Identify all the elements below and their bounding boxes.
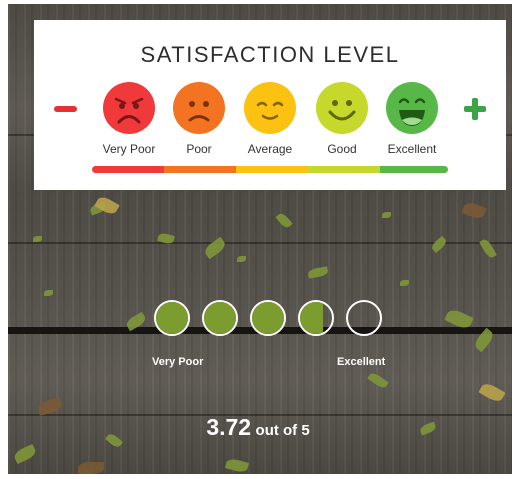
level-bar-good	[308, 166, 380, 173]
rating-min-label: Very Poor	[152, 356, 204, 368]
leaf-decoration	[429, 235, 449, 254]
very-poor-face-icon	[103, 82, 155, 134]
rating-dot-1[interactable]	[154, 300, 190, 336]
leaf-decoration	[33, 236, 42, 242]
leaf-decoration	[461, 200, 487, 221]
rating-dot-2[interactable]	[202, 300, 238, 336]
rating-dot-4[interactable]	[298, 300, 334, 336]
leaf-decoration	[12, 443, 38, 465]
card-title: SATISFACTION LEVEL	[140, 42, 400, 67]
rating-max-label: Excellent	[337, 356, 386, 368]
leaf-decoration	[382, 212, 391, 218]
leaf-decoration	[202, 236, 228, 260]
level-bar-very-poor	[92, 166, 164, 173]
leaf-decoration	[400, 280, 409, 286]
leaf-decoration	[78, 462, 104, 474]
minus-icon	[54, 106, 77, 112]
rating-dot-fill	[252, 302, 284, 334]
level-bar-average	[236, 166, 308, 173]
good-face-icon	[316, 82, 368, 134]
leaf-decoration	[275, 211, 293, 230]
rating-dot-fill	[156, 302, 188, 334]
score-value: 3.72	[206, 414, 252, 440]
plus-icon	[464, 98, 486, 120]
face-label-excellent: Excellent	[387, 142, 437, 156]
leaf-decoration	[224, 457, 250, 474]
score-display: 3.72 out of 5	[0, 414, 516, 441]
leaf-decoration	[94, 194, 120, 217]
level-bar-excellent	[380, 166, 448, 173]
rating-dot-fill	[300, 302, 324, 334]
leaf-decoration	[237, 256, 246, 262]
leaf-decoration	[478, 380, 506, 405]
rating-dot-3[interactable]	[250, 300, 286, 336]
rating-dot-5[interactable]	[346, 300, 382, 336]
screenshot-frame: SATISFACTION LEVEL Very Poor Poor Averag…	[0, 0, 516, 479]
leaf-decoration	[44, 290, 53, 296]
satisfaction-level-card: SATISFACTION LEVEL Very Poor Poor Averag…	[34, 20, 506, 190]
average-face-icon	[244, 82, 296, 134]
level-bar-poor	[164, 166, 236, 173]
excellent-face-icon	[386, 82, 438, 134]
score-suffix: out of 5	[255, 422, 310, 439]
leaf-decoration	[307, 266, 329, 279]
leaf-decoration	[367, 371, 389, 390]
leaf-decoration	[479, 237, 497, 260]
poor-face-icon	[173, 82, 225, 134]
rating-dot-fill	[204, 302, 236, 334]
